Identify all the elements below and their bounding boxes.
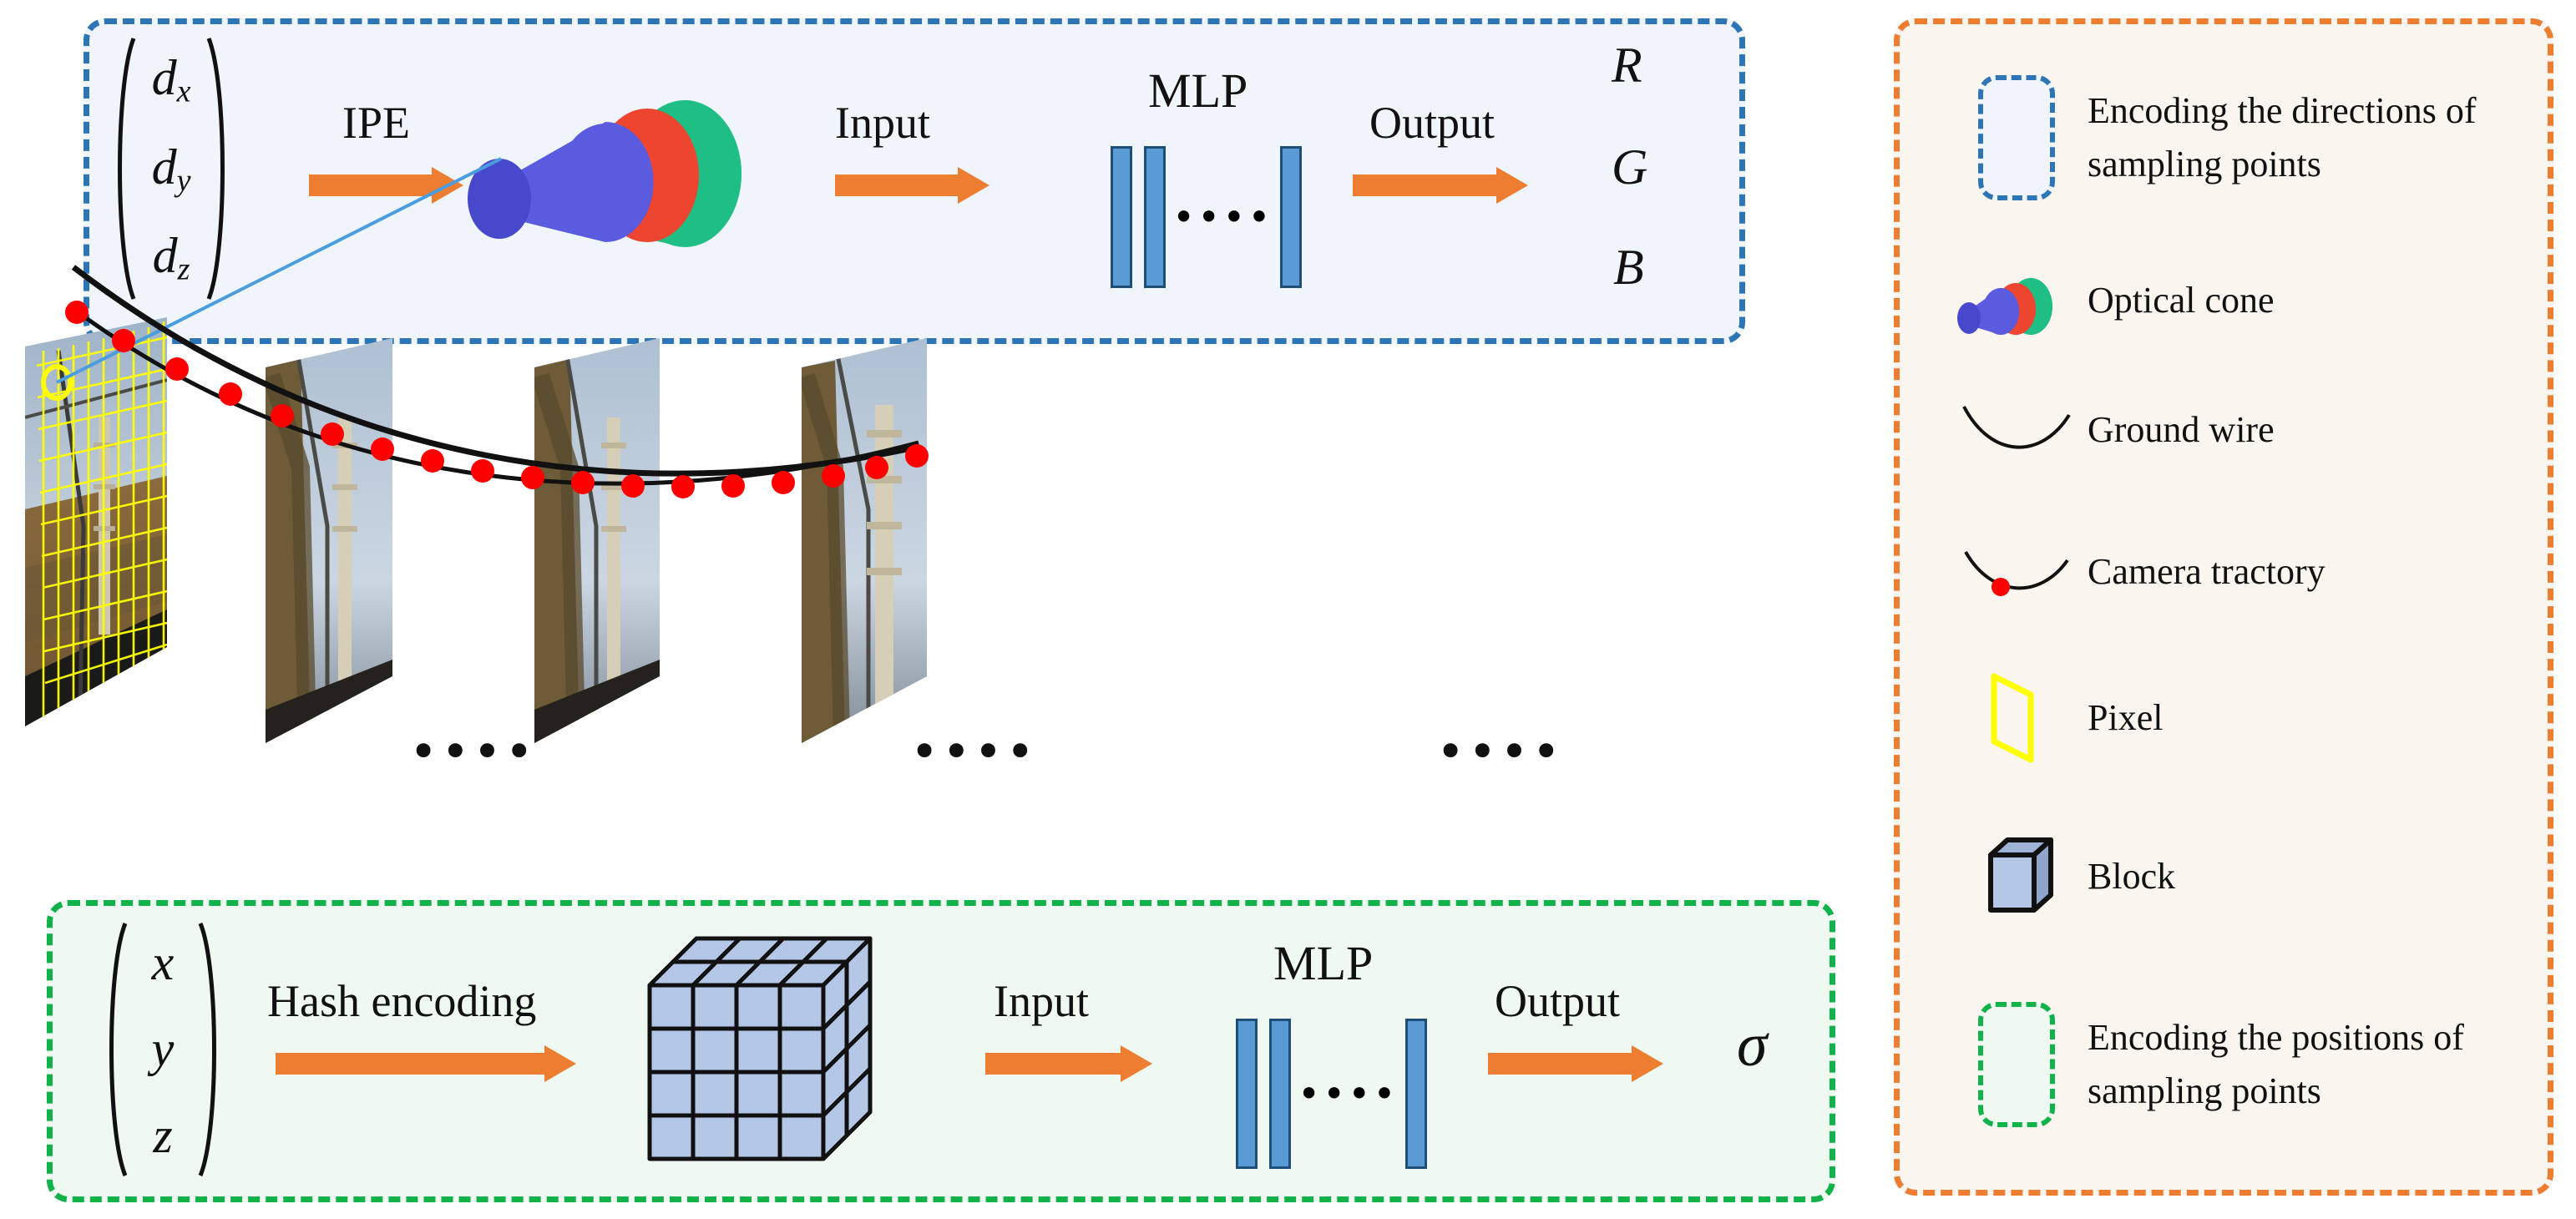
position-vector-item-2: z (153, 1107, 173, 1163)
voxel-grid-cube (647, 936, 873, 1161)
camera-trajectory-icon (1964, 551, 2069, 596)
direction-vector-sub-2: z (177, 251, 190, 287)
ipe-label: IPE (342, 98, 410, 148)
mlp-layers-position: •••• (1236, 1019, 1427, 1169)
mlp-bar (1111, 146, 1132, 288)
mlp-bar (1404, 1019, 1427, 1169)
input-label-position: Input (994, 976, 1089, 1026)
input-label-direction: Input (835, 98, 930, 148)
vector-paren-right (205, 35, 234, 302)
input-arrow-position (985, 1045, 1152, 1082)
camera-plane-3 (534, 338, 660, 743)
vector-paren-left (109, 35, 137, 302)
direction-vector: dx dy dz (109, 35, 234, 302)
direction-vector-sub-0: x (176, 73, 191, 109)
mlp-bar (1279, 146, 1302, 288)
legend-item-pixel: Pixel (1946, 660, 2530, 776)
legend-item-encoding-positions: Encoding the positions of sampling point… (1946, 985, 2530, 1144)
direction-vector-item-1: d (151, 139, 177, 195)
mlp-bar (1269, 1019, 1291, 1169)
vector-paren-right (197, 920, 225, 1179)
mlp-label-direction: MLP (1148, 63, 1248, 118)
output-g: G (1612, 139, 1648, 195)
legend-item-camera-trajectory: Camera tractory (1946, 518, 2530, 626)
dashed-box-green-icon (1978, 1002, 2055, 1127)
block-cube-icon (1988, 837, 2053, 913)
dashed-box-blue-icon (1978, 75, 2055, 200)
mlp-bar (1236, 1019, 1258, 1169)
position-vector: x y z (100, 920, 225, 1179)
legend-label: Pixel (2088, 697, 2164, 739)
direction-vector-sub-1: y (176, 163, 191, 199)
legend-item-ground-wire: Ground wire (1946, 376, 2530, 484)
mlp-layers-direction: •••• (1111, 146, 1302, 288)
hash-encoding-arrow (276, 1045, 576, 1082)
legend-label: Encoding the directions of sampling poin… (2088, 90, 2477, 185)
legend-item-block: Block (1946, 818, 2530, 935)
output-label-direction: Output (1369, 98, 1495, 148)
ground-wire-icon (1962, 406, 2071, 449)
legend-label: Camera tractory (2088, 551, 2325, 593)
direction-vector-item-0: d (151, 50, 177, 106)
direction-vector-item-2: d (152, 228, 178, 284)
output-arrow-position (1488, 1045, 1663, 1082)
camera-plane-1-pixel-grid (25, 317, 167, 726)
legend-label: Ground wire (2088, 409, 2275, 451)
mlp-label-position: MLP (1273, 936, 1374, 990)
output-label-position: Output (1495, 976, 1621, 1026)
pixel-quad-icon (1991, 673, 2034, 763)
legend-label: Optical cone (2088, 280, 2275, 321)
mlp-bar (1144, 146, 1166, 288)
optical-cone-icon (1957, 278, 2052, 335)
output-b: B (1613, 240, 1644, 295)
output-r: R (1612, 38, 1642, 93)
legend-label: Block (2088, 856, 2176, 898)
vector-paren-left (100, 920, 129, 1179)
legend-item-optical-cone: Optical cone (1946, 242, 2530, 359)
position-vector-item-0: x (151, 935, 175, 991)
scene-camera-planes (25, 157, 929, 743)
position-vector-item-1: y (151, 1021, 175, 1077)
camera-plane-4 (802, 338, 927, 743)
input-arrow-direction (835, 167, 989, 204)
legend-label: Encoding the positions of sampling point… (2088, 1017, 2464, 1111)
output-sigma: σ (1737, 1011, 1768, 1080)
hash-encoding-label: Hash encoding (267, 976, 537, 1026)
camera-plane-2 (266, 338, 392, 743)
optical-cone (468, 100, 741, 247)
output-arrow-direction (1353, 167, 1528, 204)
legend-item-encoding-directions: Encoding the directions of sampling poin… (1946, 58, 2530, 217)
